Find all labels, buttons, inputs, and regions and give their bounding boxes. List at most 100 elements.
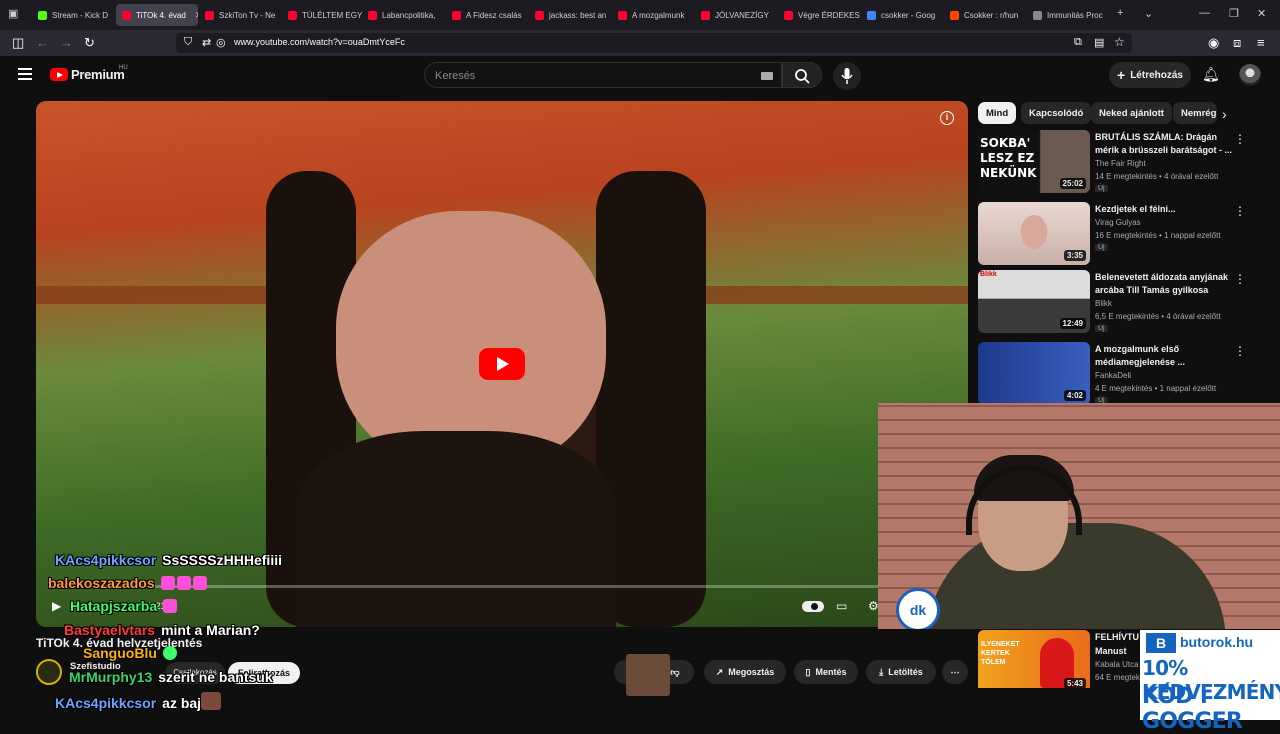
search-button[interactable] <box>782 62 822 88</box>
more-options-icon[interactable]: ⋮ <box>1234 132 1246 146</box>
recommendation-channel[interactable]: Virag Gulyas <box>1095 218 1141 227</box>
tab-label: SzkiTon Tv - Ne <box>219 10 276 20</box>
recommendation-thumbnail[interactable]: Blikk 12:49 <box>978 270 1090 333</box>
recommendation-title[interactable]: A mozgalmunk első médiamegjelenése ... <box>1095 343 1235 369</box>
favicon-icon <box>205 10 214 20</box>
chevron-right-icon[interactable]: › <box>1222 106 1227 122</box>
new-tab-icon[interactable]: + <box>1117 7 1123 19</box>
recommendation-title[interactable]: BRUTÁLIS SZÁMLA: Drágán mérik a brüsszel… <box>1095 131 1235 157</box>
browser-tab[interactable]: Immunitás Proc <box>1027 4 1105 26</box>
share-button[interactable]: ↗ Megosztás <box>704 660 786 684</box>
recommendation-item[interactable]: 3:35 Kezdjetek el félni... Virag Gulyas … <box>978 202 1268 266</box>
recommendation-meta: 16 E megtekintés • 1 nappal ezelőtt <box>1095 231 1221 240</box>
reload-icon[interactable]: ↻ <box>84 35 95 51</box>
favicon-icon <box>1033 10 1042 20</box>
browser-tab[interactable]: SzkiTon Tv - Ne <box>199 4 281 26</box>
pip-icon[interactable]: ⧉ <box>1074 36 1082 49</box>
browser-tab[interactable]: csokker - Goog <box>861 4 943 26</box>
recommendation-title[interactable]: Kezdjetek el félni... <box>1095 203 1235 216</box>
browser-tab[interactable]: Végre ÉRDEKES <box>778 4 860 26</box>
browser-tab[interactable]: A mozgalmunk <box>612 4 694 26</box>
minimize-icon[interactable]: — <box>1199 7 1210 19</box>
menu-icon[interactable]: ≡ <box>1257 35 1265 50</box>
recommendation-thumbnail[interactable]: 3:35 <box>978 202 1090 265</box>
recommendation-title[interactable]: Belenevetett áldozata anyjának arcába Ti… <box>1095 271 1235 297</box>
keyboard-icon[interactable] <box>761 72 773 80</box>
chip-recent[interactable]: Nemrég <box>1173 102 1217 124</box>
extensions-icon[interactable]: ⧈ <box>1233 35 1241 51</box>
recommendation-channel[interactable]: FankaDeli <box>1095 371 1131 380</box>
new-badge: Új <box>1095 325 1108 332</box>
tab-overview-icon[interactable]: ▣ <box>8 7 18 20</box>
recommendation-item[interactable]: Blikk 12:49 Belenevetett áldozata anyján… <box>978 270 1268 334</box>
voice-search-button[interactable] <box>833 62 861 90</box>
thumbs-down-icon[interactable]: 👎︎ <box>670 667 679 678</box>
chat-username: balekoszazados <box>48 575 155 591</box>
chip-all[interactable]: Mind <box>978 102 1017 124</box>
search-input[interactable]: Keresés <box>424 62 782 88</box>
url-bar[interactable]: ⛉ ⇄ ◎ www.youtube.com/watch?v=ouaDmtYceF… <box>176 33 1132 53</box>
permissions-icon[interactable]: ⇄ <box>202 36 211 49</box>
youtube-logo-icon[interactable] <box>50 68 68 81</box>
chip-recommended[interactable]: Neked ajánlott <box>1091 102 1172 124</box>
tab-list-chevron-icon[interactable]: ⌄ <box>1144 7 1153 20</box>
chat-username: MrMurphy13 <box>69 669 153 685</box>
new-badge: Új <box>1095 244 1108 251</box>
download-button[interactable]: ⤓ Letöltés <box>866 660 936 684</box>
chat-username: Bastyaelvtars <box>64 622 156 638</box>
premium-logo-text[interactable]: Premium <box>71 67 125 82</box>
chip-related[interactable]: Kapcsolódó <box>1021 102 1092 124</box>
duration-badge: 25:02 <box>1059 178 1086 189</box>
video-player[interactable]: i ▶ 0:21 ▭ ⚙ <box>36 101 968 627</box>
recommendation-channel[interactable]: Manust <box>1095 646 1127 656</box>
recommendation-thumbnail[interactable]: SOKBA' LESZ EZ NEKÜNK 25:02 <box>978 130 1090 193</box>
recommendation-thumbnail[interactable]: ILYENEKET KERTEK TŐLEM 5:43 <box>978 630 1090 693</box>
close-window-icon[interactable]: ✕ <box>1257 7 1266 20</box>
tab-label: TiTOk 4. évad <box>136 10 186 20</box>
browser-tab[interactable]: A Fidesz csalás <box>446 4 528 26</box>
back-icon[interactable]: ← <box>36 35 49 50</box>
recommendation-channel[interactable]: The Fair Right <box>1095 159 1146 168</box>
save-button[interactable]: ▯ Mentés <box>794 660 858 684</box>
notifications-bell-icon[interactable]: 🔔︎ <box>1202 66 1220 83</box>
sidebar-icon[interactable]: ◫ <box>12 35 24 51</box>
tab-label: Stream - Kick D <box>52 10 109 20</box>
recommendation-thumbnail[interactable]: 4:02 <box>978 342 1090 405</box>
restore-icon[interactable]: ❐ <box>1229 7 1239 20</box>
browser-tab[interactable]: Stream - Kick D <box>32 4 114 26</box>
browser-tab[interactable]: TiTOk 4. évad ✕ <box>116 4 198 26</box>
browser-tab[interactable]: Labancpolitika, <box>362 4 444 26</box>
more-options-icon[interactable]: ⋮ <box>1234 204 1246 218</box>
chat-message: Hatapjszarba <box>70 598 179 614</box>
tab-label: Végre ÉRDEKES <box>798 10 860 20</box>
account-icon[interactable]: ◉ <box>1208 35 1219 51</box>
more-options-icon[interactable]: ⋮ <box>1234 344 1246 358</box>
more-actions-button[interactable]: ⋯ <box>942 660 968 684</box>
info-icon[interactable]: i <box>940 111 954 125</box>
reader-icon[interactable]: ▤ <box>1094 36 1104 49</box>
large-play-button[interactable] <box>479 348 525 380</box>
browser-tab[interactable]: Csokker : r/hun <box>944 4 1026 26</box>
subtitles-icon[interactable]: ▭ <box>836 599 847 613</box>
bookmark-star-icon[interactable]: ☆ <box>1114 35 1125 49</box>
channel-avatar[interactable] <box>36 659 62 685</box>
emote-icon <box>176 576 191 590</box>
recommendation-item[interactable]: 4:02 A mozgalmunk első médiamegjelenése … <box>978 342 1268 406</box>
browser-tab[interactable]: JÓLVANEZÍGY <box>695 4 777 26</box>
region-code: HU <box>119 65 128 71</box>
more-options-icon[interactable]: ⋮ <box>1234 272 1246 286</box>
close-tab-icon[interactable]: ✕ <box>195 10 198 21</box>
guide-menu-icon[interactable] <box>18 68 32 83</box>
autoplay-toggle[interactable] <box>802 601 824 612</box>
play-icon[interactable]: ▶ <box>52 599 61 613</box>
browser-tab[interactable]: jackass: best an <box>529 4 611 26</box>
browser-tab[interactable]: TÚLÉLTEM EGY <box>282 4 364 26</box>
recommendation-item[interactable]: SOKBA' LESZ EZ NEKÜNK 25:02 BRUTÁLIS SZÁ… <box>978 130 1268 194</box>
forward-icon[interactable]: → <box>60 35 73 50</box>
create-button[interactable]: + Létrehozás <box>1109 62 1191 88</box>
tab-label: jackass: best an <box>549 10 607 20</box>
shield-icon[interactable]: ⛉ <box>184 36 192 49</box>
user-avatar[interactable] <box>1239 64 1261 86</box>
lock-icon[interactable]: ◎ <box>216 36 226 49</box>
recommendation-channel[interactable]: Blikk <box>1095 299 1112 308</box>
